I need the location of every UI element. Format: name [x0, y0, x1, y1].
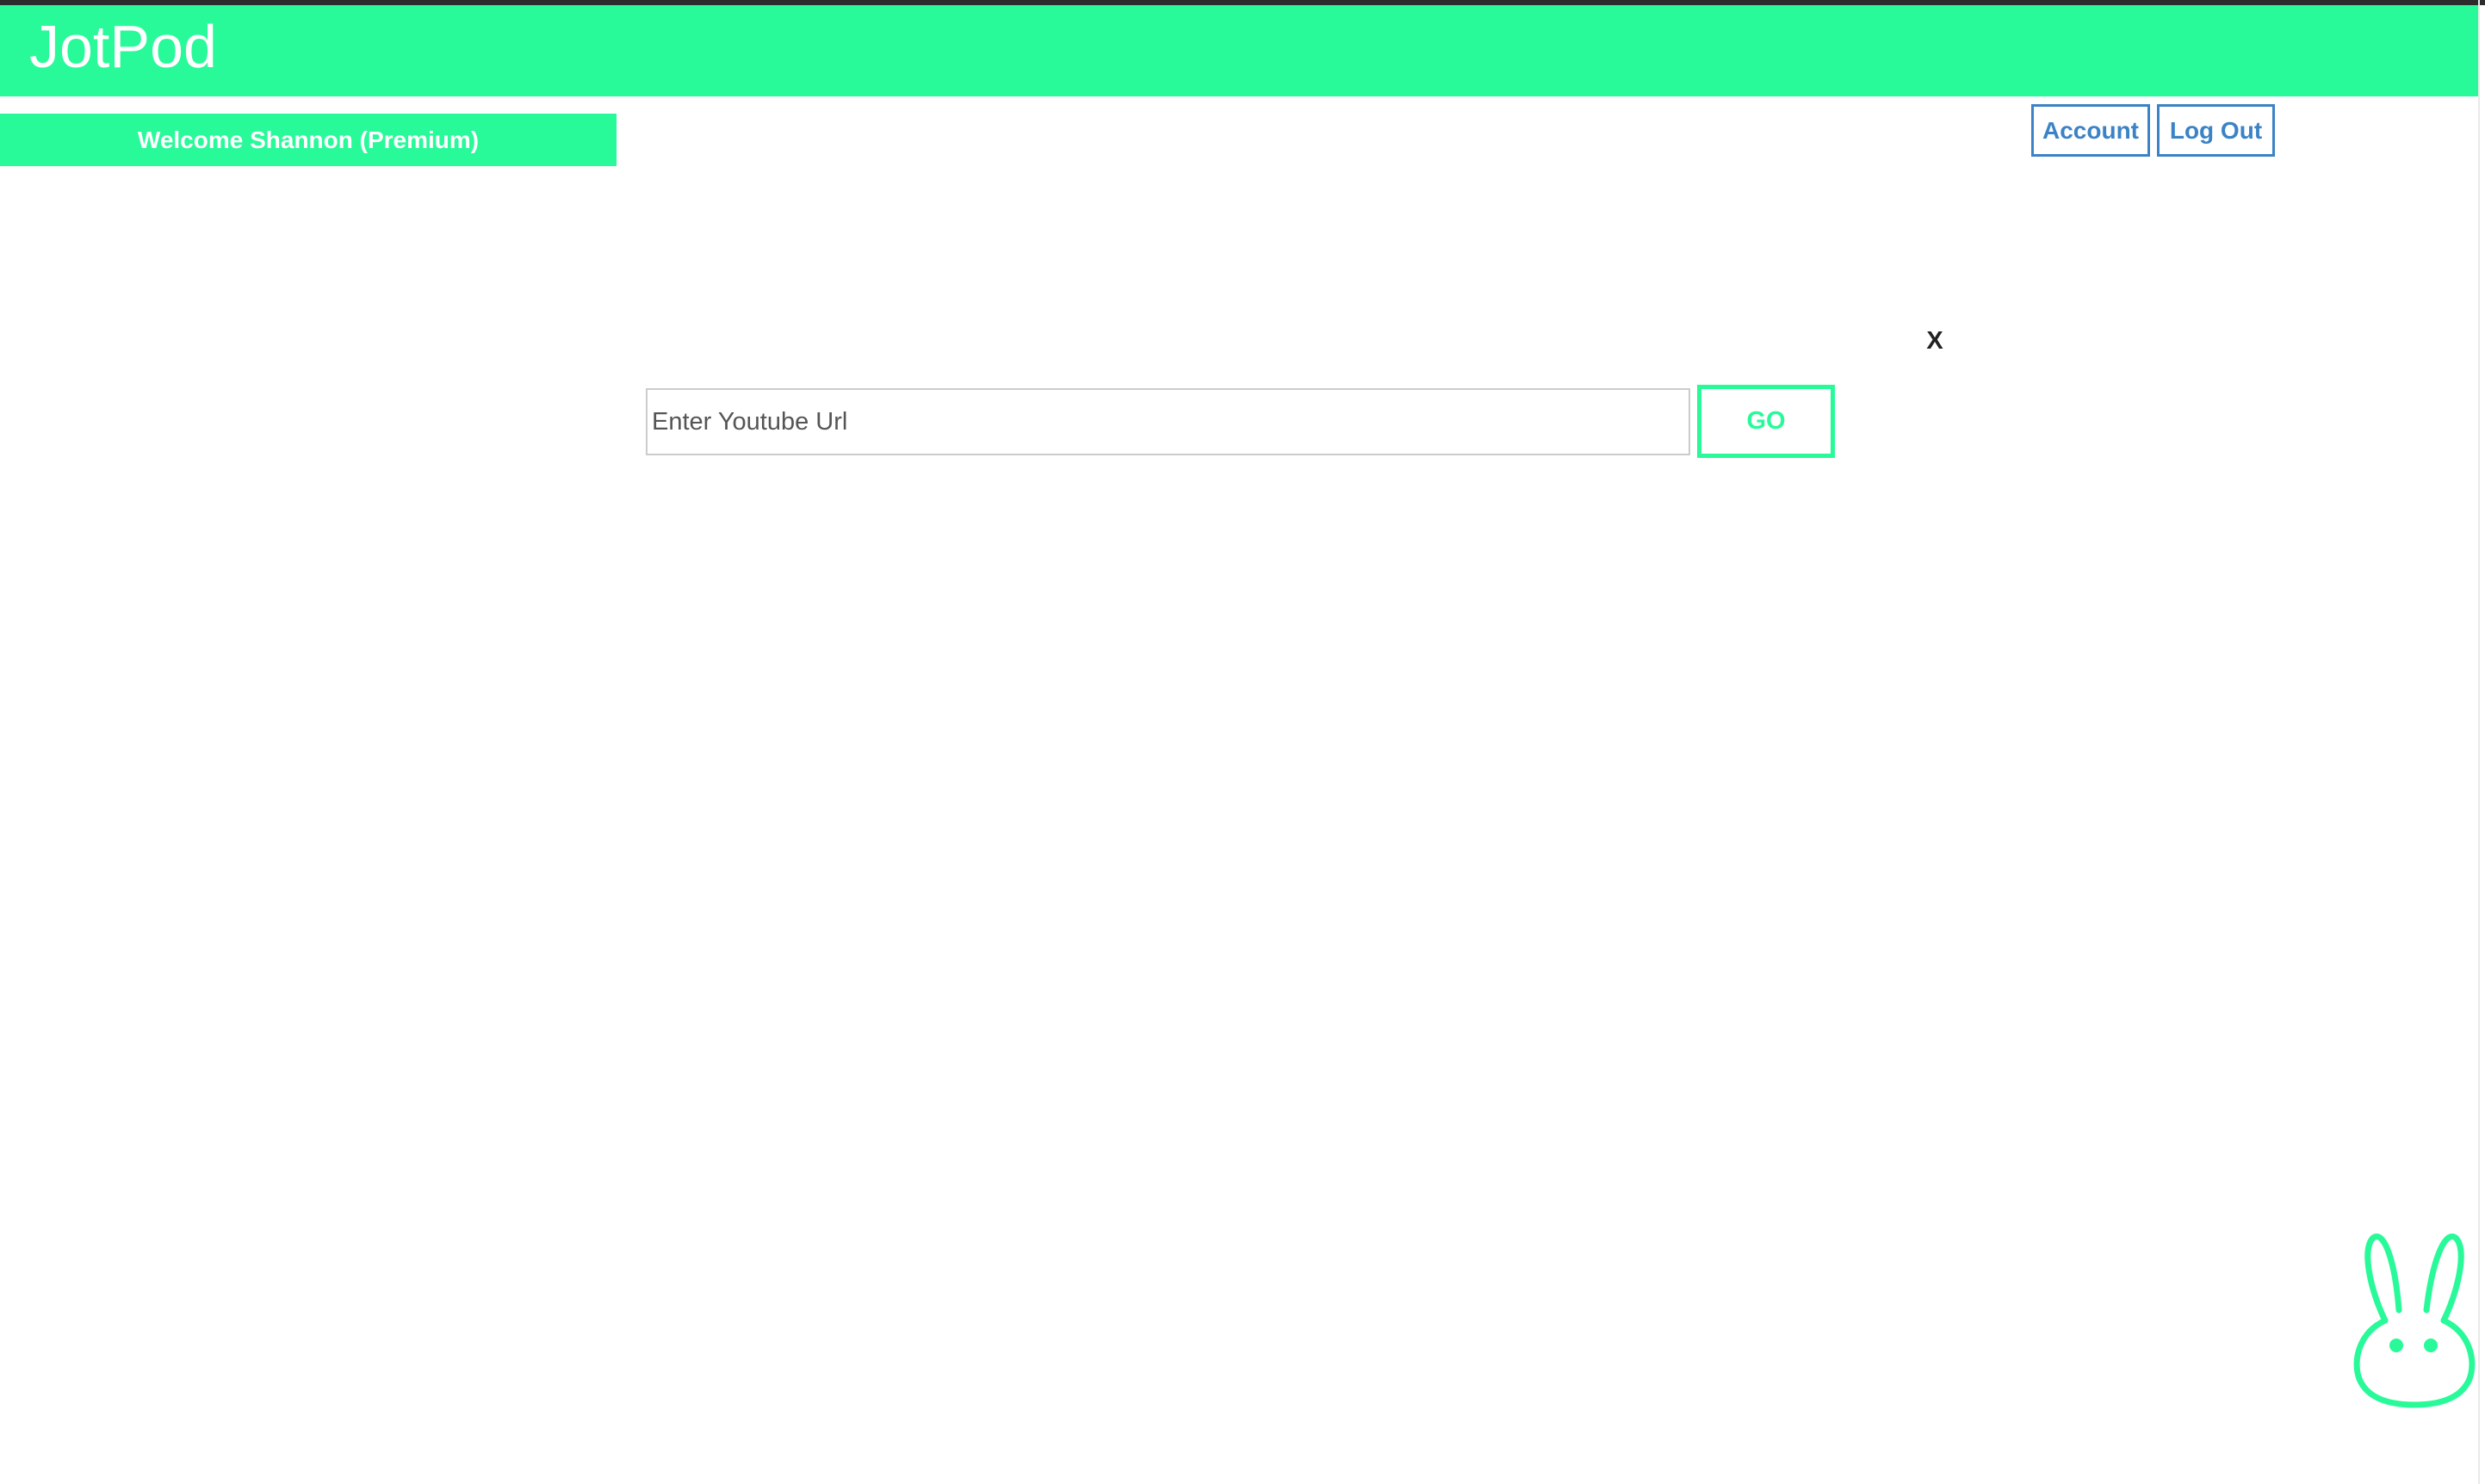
go-button[interactable]: GO — [1697, 385, 1835, 458]
youtube-url-input[interactable] — [646, 388, 1690, 455]
page: JotPod Welcome Shannon (Premium) Account… — [0, 0, 2485, 1484]
app-logo[interactable]: JotPod — [29, 16, 217, 77]
welcome-banner: Welcome Shannon (Premium) — [0, 114, 617, 166]
header-bar: JotPod — [0, 5, 2478, 96]
close-icon[interactable]: X — [1922, 324, 1948, 358]
account-button[interactable]: Account — [2031, 104, 2150, 157]
scrollbar-edge — [2478, 0, 2480, 1484]
bunny-icon — [2353, 1234, 2476, 1408]
logout-button[interactable]: Log Out — [2157, 104, 2275, 157]
